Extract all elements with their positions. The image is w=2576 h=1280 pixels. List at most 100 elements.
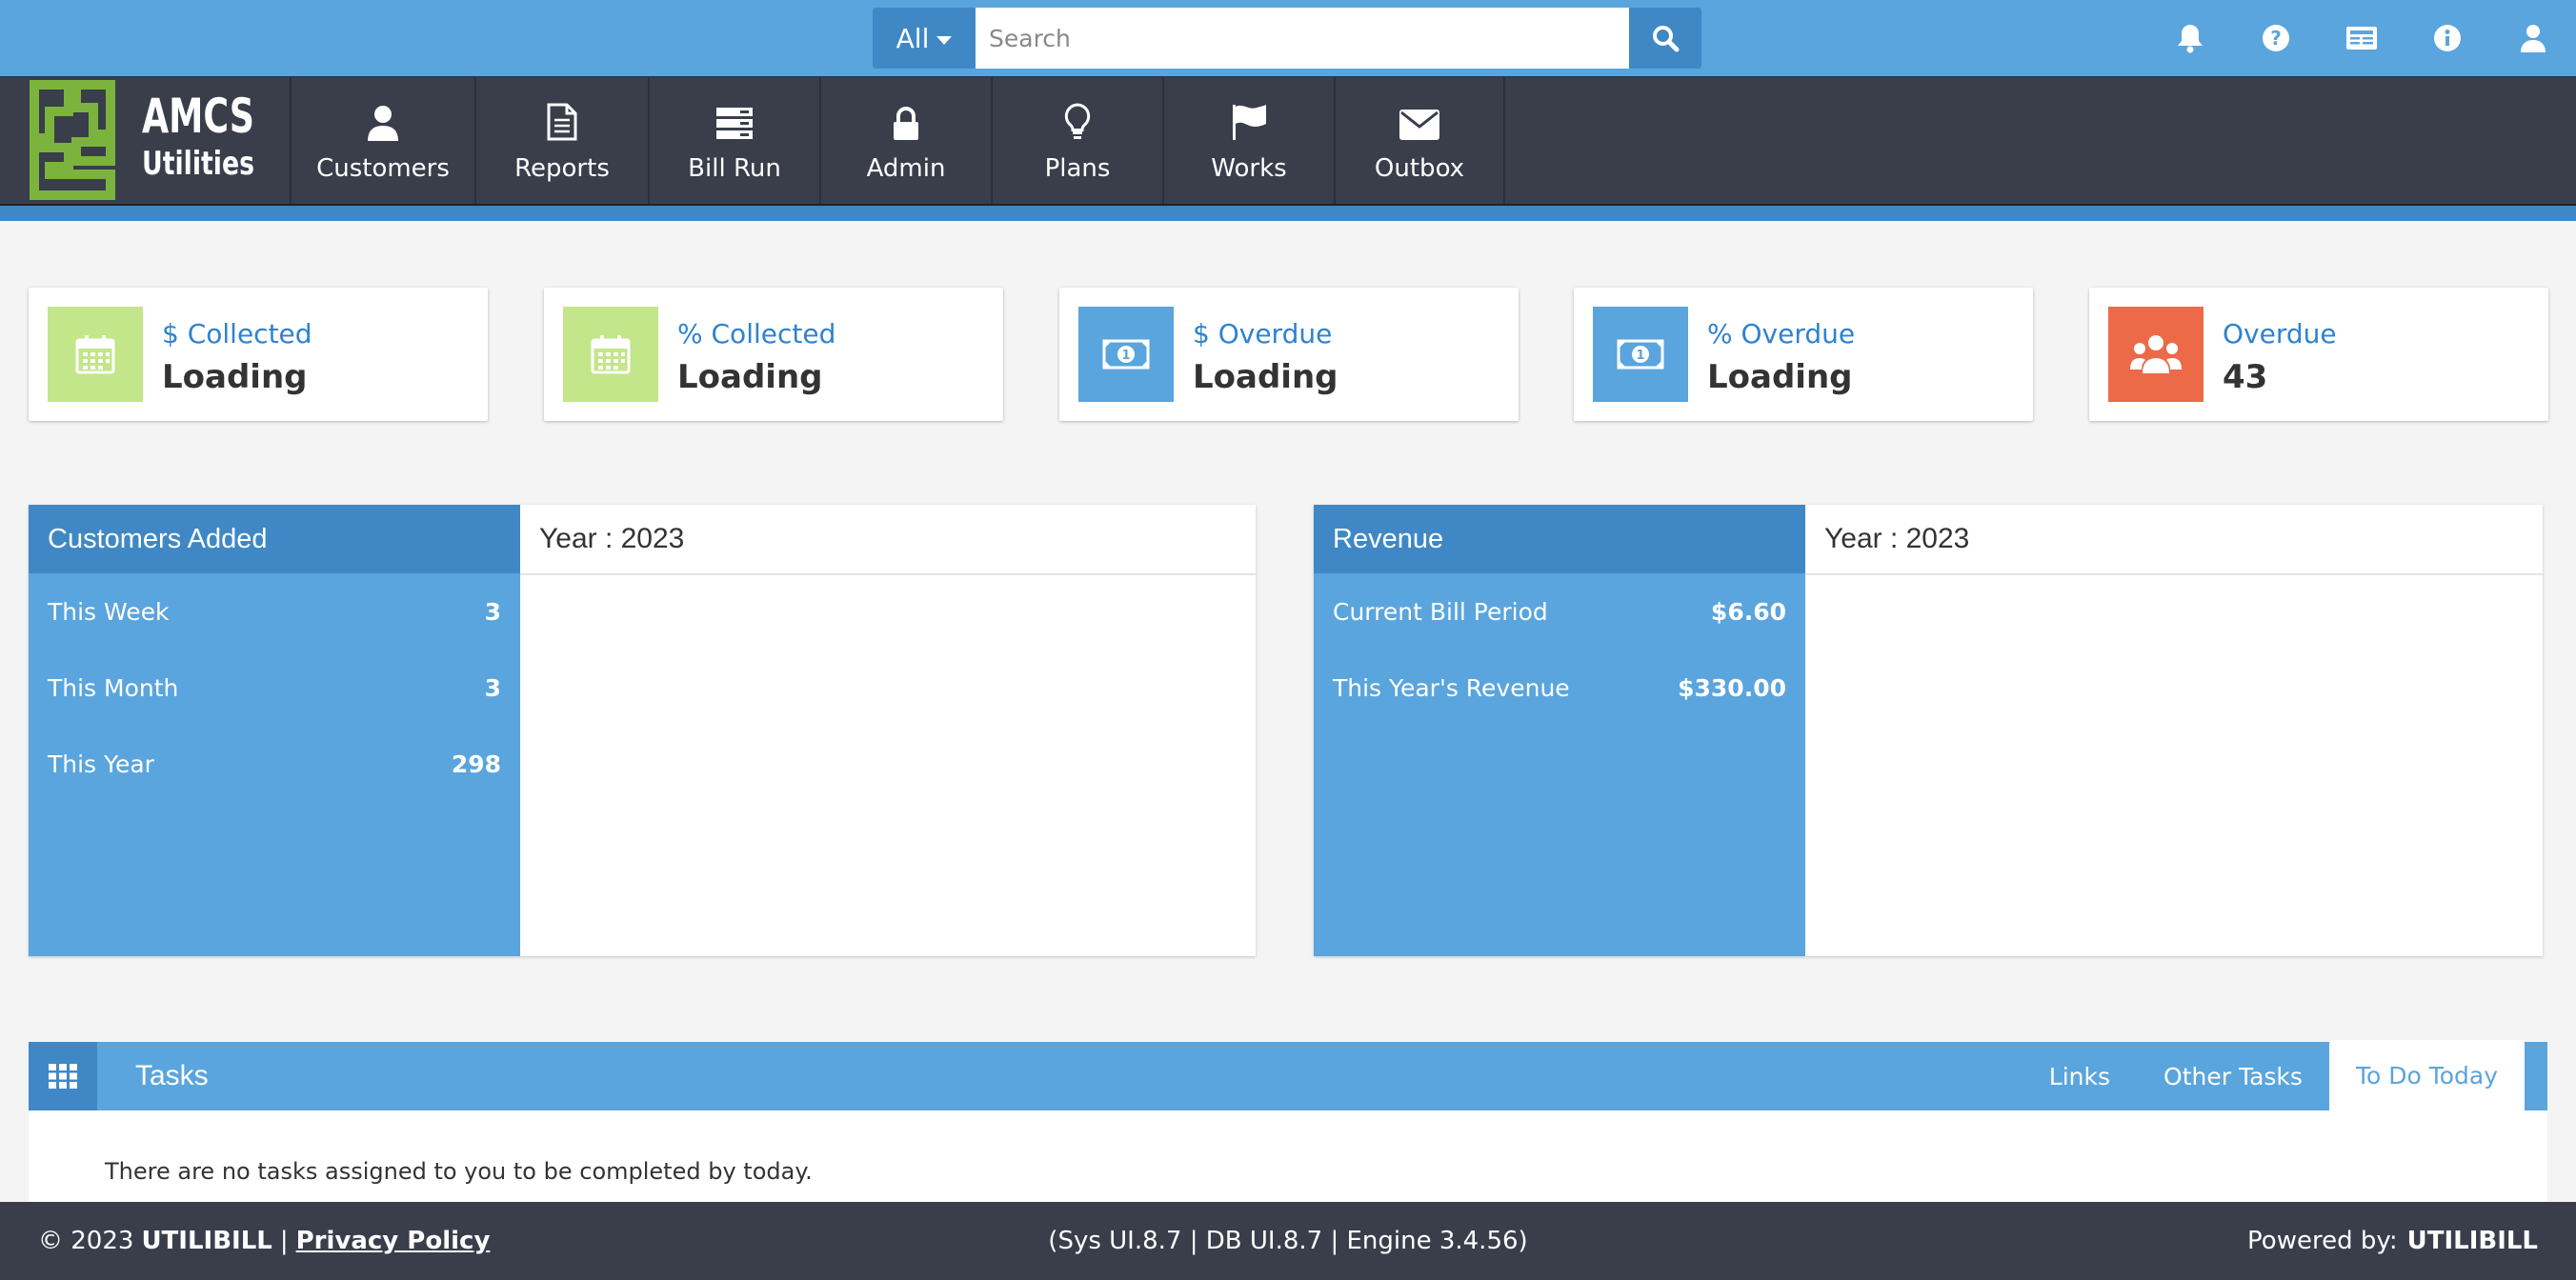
stat-value: Loading <box>162 358 308 396</box>
search-scope-label: All <box>896 22 930 54</box>
calendar-icon <box>591 335 631 374</box>
news-icon <box>2346 27 2377 50</box>
footer-left: © 2023 UTILIBILL | Privacy Policy <box>38 1202 490 1280</box>
revenue-summary: Revenue Current Bill Period $6.60 This Y… <box>1314 505 1805 956</box>
stat-title: % Collected <box>677 318 836 350</box>
stat-value: 43 <box>2223 358 2268 396</box>
powered-by-brand: UTILIBILL <box>2406 1227 2538 1255</box>
nav-item-label: Reports <box>514 154 610 183</box>
summary-row-label: This Month <box>48 673 179 702</box>
summary-row: This Week 3 <box>29 573 520 650</box>
nav-item-works[interactable]: Works <box>1162 77 1334 205</box>
flag-icon <box>1233 105 1266 140</box>
search-scope-dropdown[interactable]: All <box>873 8 976 69</box>
summary-row-value: $330.00 <box>1678 673 1786 702</box>
stat-title: % Overdue <box>1707 318 1856 350</box>
year-label: Year : 2023 <box>520 505 1256 575</box>
summary-row-label: This Year's Revenue <box>1333 673 1570 702</box>
svg-text:1: 1 <box>1121 349 1130 363</box>
nav-item-plans[interactable]: Plans <box>991 77 1162 205</box>
footer: (Sys UI.8.7 | DB UI.8.7 | Engine 3.4.56)… <box>0 1202 2576 1280</box>
summary-row: Current Bill Period $6.60 <box>1314 573 1805 650</box>
footer-separator: | <box>279 1227 289 1255</box>
nav-item-bill-run[interactable]: Bill Run <box>648 77 819 205</box>
lightbulb-icon <box>1064 103 1091 139</box>
tasks-empty-message: There are no tasks assigned to you to be… <box>105 1158 813 1185</box>
money-icon: 1 <box>1102 339 1150 370</box>
customers-added-panel: Customers Added This Week 3 This Month 3… <box>29 505 1256 956</box>
nav-item-reports[interactable]: Reports <box>474 77 648 205</box>
search-button[interactable] <box>1629 8 1701 69</box>
stat-card-overdue[interactable]: Overdue 43 <box>2089 288 2548 421</box>
user-menu-button[interactable] <box>2490 0 2576 76</box>
stat-icon-box: 1 <box>1078 307 1174 402</box>
caret-down-icon <box>936 35 953 45</box>
notifications-button[interactable] <box>2147 0 2233 76</box>
stat-title: Overdue <box>2223 318 2337 350</box>
envelope-icon <box>1399 110 1439 140</box>
help-button[interactable]: ? <box>2233 0 2319 76</box>
tasks-panel: Tasks Links Other Tasks To Do Today Ther… <box>29 1040 2547 1202</box>
top-icons: ? <box>2147 0 2576 76</box>
tab-other-tasks[interactable]: Other Tasks <box>2137 1042 2329 1110</box>
nav-item-label: Outbox <box>1374 154 1465 183</box>
stat-card-percent-overdue[interactable]: 1 % Overdue Loading <box>1574 288 2033 421</box>
footer-brand: UTILIBILL <box>141 1227 272 1255</box>
summary-row-value: 3 <box>484 673 501 702</box>
news-button[interactable] <box>2319 0 2405 76</box>
privacy-policy-link[interactable]: Privacy Policy <box>296 1227 491 1255</box>
copyright-text: © 2023 <box>38 1227 134 1255</box>
summary-row-label: Current Bill Period <box>1333 597 1548 626</box>
panel-title: Customers Added <box>29 505 520 573</box>
user-icon <box>2521 25 2546 52</box>
nav-item-label: Works <box>1211 154 1287 183</box>
logo-line2: Utilities <box>142 145 254 183</box>
nav-item-label: Customers <box>316 154 450 183</box>
stat-value: Loading <box>1707 358 1853 396</box>
tasks-menu-button[interactable] <box>29 1042 97 1110</box>
amcs-utilities-logo[interactable]: AMCS Utilities <box>27 79 284 201</box>
info-button[interactable] <box>2405 0 2490 76</box>
stat-title: $ Collected <box>162 318 312 350</box>
tab-to-do-today[interactable]: To Do Today <box>2328 1040 2525 1110</box>
stat-value: Loading <box>1193 358 1338 396</box>
search-bar: All <box>873 8 1701 69</box>
stat-card-dollar-collected[interactable]: $ Collected Loading <box>29 288 488 421</box>
nav-item-label: Bill Run <box>688 154 781 183</box>
stat-icon-box <box>2108 307 2204 402</box>
top-bar: All ? <box>0 0 2576 76</box>
nav-menu: Customers Reports Bill Run Admin Plans W… <box>290 77 1505 205</box>
summary-row-label: This Week <box>48 597 170 626</box>
stat-value: Loading <box>677 358 823 396</box>
nav-sub-bar <box>0 204 2576 221</box>
customers-added-summary: Customers Added This Week 3 This Month 3… <box>29 505 520 956</box>
nav-item-outbox[interactable]: Outbox <box>1334 77 1505 205</box>
nav-item-customers[interactable]: Customers <box>290 77 474 205</box>
tab-links[interactable]: Links <box>2023 1042 2137 1110</box>
stat-icon-box <box>563 307 658 402</box>
stat-card-dollar-overdue[interactable]: 1 $ Overdue Loading <box>1059 288 1519 421</box>
help-icon: ? <box>2263 25 2289 51</box>
stat-card-percent-collected[interactable]: % Collected Loading <box>544 288 1003 421</box>
summary-row: This Year's Revenue $330.00 <box>1314 650 1805 726</box>
nav-item-label: Plans <box>1044 154 1111 183</box>
lock-icon <box>894 107 918 140</box>
money-icon: 1 <box>1617 339 1664 370</box>
tasks-title: Tasks <box>135 1060 209 1091</box>
summary-row: This Year 298 <box>29 726 520 802</box>
search-input[interactable] <box>976 8 1629 69</box>
bell-icon <box>2178 25 2203 53</box>
stat-title: $ Overdue <box>1193 318 1333 350</box>
summary-row-value: 3 <box>484 597 501 626</box>
document-icon <box>547 103 577 141</box>
svg-text:?: ? <box>2270 27 2282 50</box>
users-icon <box>2130 335 2182 373</box>
server-icon <box>716 108 753 139</box>
search-icon <box>1653 26 1680 52</box>
svg-text:1: 1 <box>1636 349 1644 363</box>
nav-item-admin[interactable]: Admin <box>819 77 991 205</box>
footer-right: Powered by: UTILIBILL <box>2247 1202 2538 1280</box>
stat-icon-box: 1 <box>1593 307 1688 402</box>
user-icon <box>368 106 398 141</box>
panel-title: Revenue <box>1314 505 1805 573</box>
